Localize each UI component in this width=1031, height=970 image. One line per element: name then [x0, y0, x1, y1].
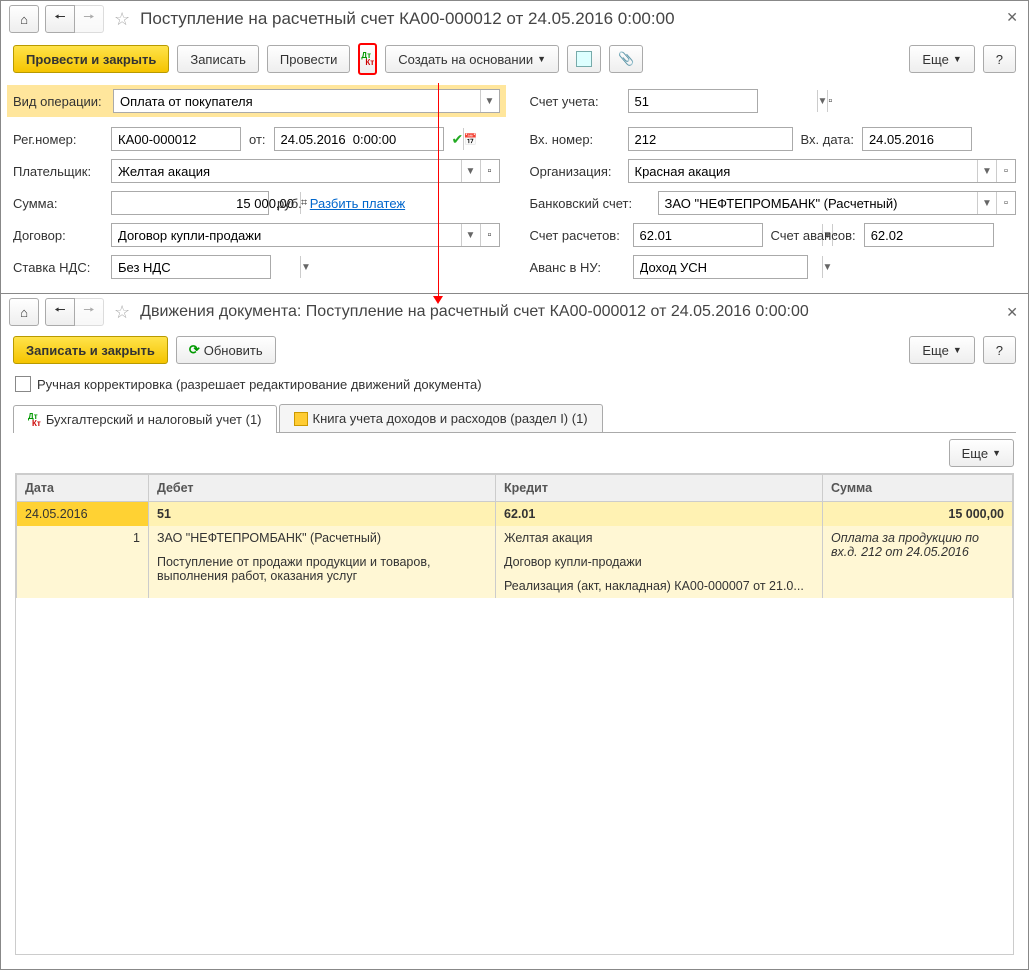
dtkt-icon: ДтКт	[28, 413, 41, 427]
grid-more-button[interactable]: Еще ▼	[949, 439, 1014, 467]
forward-button: 🠖	[75, 298, 104, 326]
forward-button: 🠖	[75, 5, 104, 33]
clip-icon: 📎	[618, 51, 634, 67]
movements-table: Дата Дебет Кредит Сумма 24.05.2016 51 62…	[16, 474, 1013, 598]
save-button[interactable]: Записать	[177, 45, 259, 73]
refresh-button[interactable]: Обновить	[176, 336, 276, 364]
back-button[interactable]: 🠔	[45, 5, 75, 33]
nu-field[interactable]: ▼	[633, 255, 808, 279]
sum-label: Сумма:	[13, 196, 103, 211]
org-field[interactable]: ▼▫	[628, 159, 1017, 183]
settle-label: Счет расчетов:	[530, 228, 625, 243]
window-title: Поступление на расчетный счет КА00-00001…	[140, 9, 674, 29]
manual-label: Ручная корректировка (разрешает редактир…	[37, 377, 482, 392]
cell-num[interactable]: 1	[17, 526, 149, 598]
dtkt-button[interactable]: ДтКт	[358, 43, 377, 75]
tab-book[interactable]: Книга учета доходов и расходов (раздел I…	[279, 404, 603, 432]
sub-window-title: Движения документа: Поступление на расче…	[140, 303, 809, 321]
book-icon	[294, 412, 308, 426]
indate-field[interactable]: 📅	[862, 127, 972, 151]
regno-field[interactable]	[111, 127, 241, 151]
inno-field[interactable]	[628, 127, 793, 151]
sum-field[interactable]: ⌗	[111, 191, 269, 215]
favorite-icon[interactable]: ☆	[114, 302, 130, 323]
regno-label: Рег.номер:	[13, 132, 103, 147]
payer-label: Плательщик:	[13, 164, 103, 179]
tab-accounting[interactable]: ДтКт Бухгалтерский и налоговый учет (1)	[13, 405, 277, 433]
advance-label: Счет авансов:	[771, 228, 856, 243]
close-icon[interactable]: ✕	[1006, 9, 1018, 26]
op-type-label: Вид операции:	[13, 94, 105, 109]
cell-date[interactable]: 24.05.2016	[17, 502, 149, 527]
post-button[interactable]: Провести	[267, 45, 351, 73]
dropdown-icon[interactable]: ▼	[480, 90, 499, 112]
vat-field[interactable]: ▼	[111, 255, 271, 279]
payer-field[interactable]: ▼▫	[111, 159, 500, 183]
create-based-button[interactable]: Создать на основании ▼	[385, 45, 559, 73]
calendar-icon[interactable]: 📅	[463, 128, 478, 150]
save-and-close-button[interactable]: Записать и закрыть	[13, 336, 168, 364]
account-field[interactable]: ▼▫	[628, 89, 758, 113]
back-button[interactable]: 🠔	[45, 298, 75, 326]
split-link[interactable]: Разбить платеж	[310, 196, 405, 211]
more-button[interactable]: Еще ▼	[909, 336, 974, 364]
home-button[interactable]: ⌂	[9, 298, 39, 326]
vat-label: Ставка НДС:	[13, 260, 103, 275]
open-icon[interactable]: ▫	[827, 90, 832, 112]
cell-debit[interactable]: 51	[149, 502, 496, 527]
cell-debit-detail[interactable]: ЗАО "НЕФТЕПРОМБАНК" (Расчетный) Поступле…	[149, 526, 496, 598]
cell-credit[interactable]: 62.01	[496, 502, 823, 527]
cell-credit-detail[interactable]: Желтая акация Договор купли-продажи Реал…	[496, 526, 823, 598]
col-date: Дата	[17, 475, 149, 502]
document-icon	[576, 51, 592, 67]
from-label: от:	[249, 132, 266, 147]
settle-field[interactable]: ▼▫	[633, 223, 763, 247]
home-button[interactable]: ⌂	[9, 5, 39, 33]
contract-field[interactable]: ▼▫	[111, 223, 500, 247]
manual-checkbox[interactable]	[15, 376, 31, 392]
help-button[interactable]: ?	[983, 45, 1016, 73]
close-icon[interactable]: ✕	[1006, 304, 1018, 321]
help-button[interactable]: ?	[983, 336, 1016, 364]
col-sum: Сумма	[823, 475, 1013, 502]
cell-desc[interactable]: Оплата за продукцию по вх.д. 212 от 24.0…	[823, 526, 1013, 598]
inno-label: Вх. номер:	[530, 132, 620, 147]
nu-label: Аванс в НУ:	[530, 260, 625, 275]
attach-button[interactable]: 📎	[609, 45, 643, 73]
posted-icon[interactable]: ✔	[452, 131, 464, 148]
org-label: Организация:	[530, 164, 620, 179]
contract-label: Договор:	[13, 228, 103, 243]
bank-label: Банковский счет:	[530, 196, 650, 211]
bank-field[interactable]: ▼▫	[658, 191, 1017, 215]
doc-button[interactable]	[567, 45, 601, 73]
cell-sum[interactable]: 15 000,00	[823, 502, 1013, 527]
col-debit: Дебет	[149, 475, 496, 502]
col-credit: Кредит	[496, 475, 823, 502]
favorite-icon[interactable]: ☆	[114, 9, 130, 30]
indate-label: Вх. дата:	[801, 132, 854, 147]
account-label: Счет учета:	[530, 94, 620, 109]
date-field[interactable]: 📅	[274, 127, 444, 151]
op-type-field[interactable]: ▼	[113, 89, 500, 113]
currency-label: руб.	[277, 196, 302, 211]
advance-field[interactable]: ▼▫	[864, 223, 994, 247]
more-button[interactable]: Еще ▼	[909, 45, 974, 73]
post-and-close-button[interactable]: Провести и закрыть	[13, 45, 169, 73]
